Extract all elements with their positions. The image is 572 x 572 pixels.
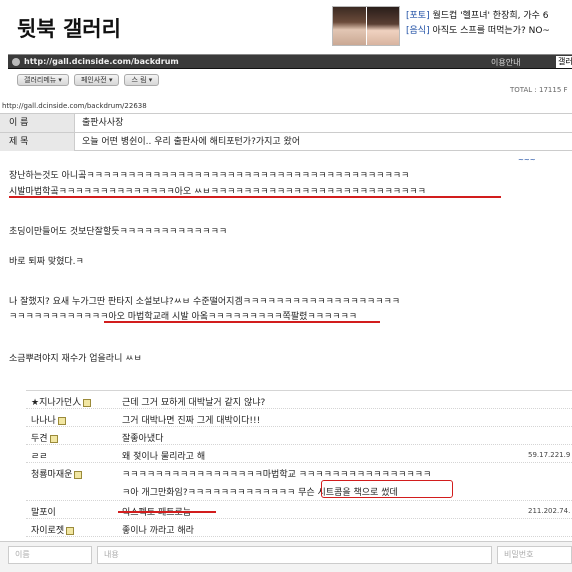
gallog-icon[interactable] <box>49 434 58 443</box>
menu-tabs: 갤러리메뉴 ▾ 페인사전 ▾ 스 림 ▾ <box>17 74 160 86</box>
news-category: [포토] <box>406 11 430 21</box>
comment-form: 이름 내용 비밀번호 <box>0 541 572 572</box>
comment-text: 그거 대박나면 진짜 그게 대박이다!!! <box>122 416 261 426</box>
password-field[interactable]: 비밀번호 <box>497 546 572 564</box>
comment-author-name: 두견 <box>31 434 48 444</box>
comment-ip: 211.202.74. <box>528 507 571 515</box>
name-field[interactable]: 이름 <box>8 546 92 564</box>
gallog-icon[interactable] <box>74 470 83 479</box>
gallery-url-bar: http://gall.dcinside.com/backdrum 이용안내 갤… <box>8 54 572 69</box>
comment-row: 청룡마재운 ㅋㅋㅋㅋㅋㅋㅋㅋㅋㅋㅋㅋㅋㅋㅋㅋㅋ마법학교 ㅋㅋㅋㅋㅋㅋㅋㅋㅋㅋㅋㅋ… <box>26 463 572 501</box>
comment-author[interactable]: 말포이 <box>31 505 56 518</box>
comment-text: 좋이나 까라고 해라 <box>122 526 194 536</box>
comment-text: 왜 젖이나 물리라고 해 <box>122 452 206 462</box>
comment-row: ㄹㄹ 왜 젖이나 물리라고 해 59.17.221.9 <box>26 445 572 463</box>
post-line: 나 잘했지? 요새 누가그딴 판타지 소설보냐?ㅆㅂ 수준떨어지겜ㅋㅋㅋㅋㅋㅋㅋ… <box>9 297 401 307</box>
highlight-underline <box>9 196 501 198</box>
gallery-url[interactable]: http://gall.dcinside.com/backdrum <box>24 57 179 66</box>
search-input[interactable]: 갤러리 <box>556 56 572 68</box>
comment-author-name: 청룡마재운 <box>31 470 73 480</box>
comment-row: 나나나 그거 대박나면 진짜 그게 대박이다!!! <box>26 409 572 427</box>
photo-right <box>366 7 399 45</box>
comment-author[interactable]: ㄹㄹ <box>31 449 48 462</box>
comment-row: 말포이 익스펙토 패트로눔 211.202.74. <box>26 501 572 519</box>
comment-author[interactable]: 자이로젯 <box>31 523 75 536</box>
comment-field[interactable]: 내용 <box>97 546 492 564</box>
help-link[interactable]: 이용안내 <box>491 57 520 68</box>
subject-label: 제 목 <box>0 133 75 151</box>
ad-thumbnail-image[interactable] <box>332 6 400 46</box>
tab-gallery-menu[interactable]: 갤러리메뉴 ▾ <box>17 74 69 86</box>
comment-text: 근데 그거 묘하게 대박날거 같지 않냐? <box>122 398 266 408</box>
news-category: [음식] <box>406 26 430 36</box>
comment-row: ★지나가던人 근데 그거 묘하게 대박날거 같지 않냐? <box>26 391 572 409</box>
comment-text: 잘좋아냈다 <box>122 434 164 444</box>
post-subject-row: 제 목 오늘 어떤 병쉰이.. 우리 출판사에 해티포턴가?가지고 왔어 <box>0 132 572 151</box>
author-name: 출판사사장 <box>82 118 124 128</box>
news-item[interactable]: [음식] 아직도 스프를 떠먹는가? NO~ <box>406 24 572 39</box>
comment-row: 두견 잘좋아냈다 <box>26 427 572 445</box>
comment-author-name: 자이로젯 <box>31 526 65 536</box>
tab-scrap[interactable]: 스 림 ▾ <box>124 74 160 86</box>
tab-dictionary[interactable]: 페인사전 ▾ <box>73 74 120 86</box>
gallog-icon[interactable] <box>57 416 66 425</box>
bullet-icon <box>12 58 20 66</box>
comment-author-name: ★지나가던人 <box>31 398 82 408</box>
post-url[interactable]: http://gall.dcinside.com/backdrum/22638 <box>2 102 147 110</box>
gallog-icon[interactable] <box>83 398 92 407</box>
comment-author-name: 나나나 <box>31 416 56 426</box>
comment-author[interactable]: 청룡마재운 <box>31 467 83 480</box>
comment-author-name: 말포이 <box>31 508 56 518</box>
post-subject: 오늘 어떤 병쉰이.. 우리 출판사에 해티포턴가?가지고 왔어 <box>82 137 301 147</box>
comment-author-name: ㄹㄹ <box>31 452 48 462</box>
gallog-icon[interactable] <box>66 526 75 535</box>
news-item[interactable]: [포토] 월드컵 '헬프녀' 한장희, 가수 6 <box>406 9 572 24</box>
side-mark: ~~~ <box>518 156 536 164</box>
news-title: 아직도 스프를 떠먹는가? NO~ <box>429 26 550 36</box>
highlight-box <box>321 480 453 498</box>
comment-author[interactable]: ★지나가던人 <box>31 395 92 408</box>
post-line: 장난하는것도 아니곸ㅋㅋㅋㅋㅋㅋㅋㅋㅋㅋㅋㅋㅋㅋㅋㅋㅋㅋㅋㅋㅋㅋㅋㅋㅋㅋㅋㅋㅋㅋ… <box>9 171 410 181</box>
comment-author[interactable]: 나나나 <box>31 413 66 426</box>
news-title: 월드컵 '헬프녀' 한장희, 가수 6 <box>429 11 549 21</box>
comment-text: ㅋㅋㅋㅋㅋㅋㅋㅋㅋㅋㅋㅋㅋㅋㅋㅋㅋ마법학교 ㅋㅋㅋㅋㅋㅋㅋㅋㅋㅋㅋㅋㅋㅋㅋㅋ <box>122 470 432 480</box>
post-line: 바로 퇴짜 맞혔다.ㅋ <box>9 257 84 267</box>
author-label: 이 름 <box>0 114 75 132</box>
total-count: TOTAL : 17115 F <box>510 86 568 94</box>
post-author-row: 이 름 출판사사장 <box>0 113 572 132</box>
news-list: [포토] 월드컵 '헬프녀' 한장희, 가수 6 [음식] 아직도 스프를 떠먹… <box>406 9 572 39</box>
comment-list: ★지나가던人 근데 그거 묘하게 대박날거 같지 않냐? 나나나 그거 대박나면… <box>26 390 572 537</box>
comment-row: 자이로젯 좋이나 까라고 해라 <box>26 519 572 537</box>
highlight-underline <box>118 511 216 513</box>
photo-left <box>333 7 367 45</box>
comment-author[interactable]: 두견 <box>31 431 58 444</box>
gallery-title[interactable]: 뒷북 갤러리 <box>17 13 121 43</box>
post-line: 초딩이만들어도 것보단잘할듯ㅋㅋㅋㅋㅋㅋㅋㅋㅋㅋㅋㅋㅋ <box>9 227 228 237</box>
highlight-underline <box>104 321 380 323</box>
comment-ip: 59.17.221.9 <box>528 451 571 459</box>
post-line: 소금뿌려야지 재수가 업을라니 ㅆㅂ <box>9 354 142 364</box>
